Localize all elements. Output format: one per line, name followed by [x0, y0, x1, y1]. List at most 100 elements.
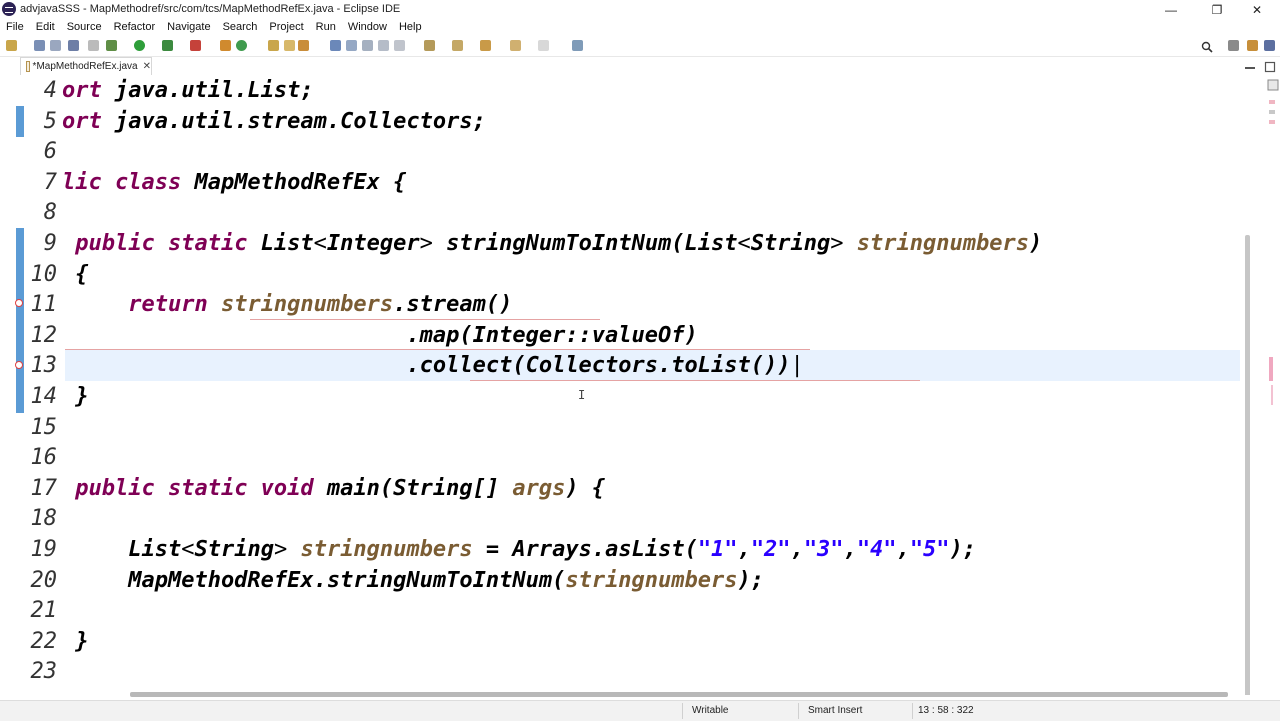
code-token: "1"	[697, 537, 738, 562]
save-all-icon[interactable]	[50, 40, 61, 51]
overview-marker[interactable]	[1269, 100, 1275, 104]
minimize-editor-icon[interactable]	[1244, 60, 1256, 72]
menu-navigate[interactable]: Navigate	[161, 19, 216, 36]
new-class-icon[interactable]	[236, 40, 247, 51]
code-line[interactable]: 9 public static List<Integer> stringNumT…	[0, 228, 1240, 259]
new-icon[interactable]	[6, 40, 17, 51]
skip-breakpoints-icon[interactable]	[88, 40, 99, 51]
open-type-icon[interactable]	[268, 40, 279, 51]
java-ee-perspective-icon[interactable]	[1247, 40, 1258, 51]
error-summary-icon[interactable]	[1267, 78, 1279, 91]
code-line[interactable]: 13 .collect(Collectors.toList())|	[0, 350, 1240, 381]
save-icon[interactable]	[34, 40, 45, 51]
show-source-icon[interactable]	[394, 40, 405, 51]
horizontal-scrollbar[interactable]	[130, 692, 1228, 697]
status-separator	[798, 703, 799, 719]
code-line[interactable]: 10 {	[0, 259, 1240, 290]
code-token: "4"	[856, 537, 897, 562]
code-text: ort java.util.stream.Collectors;	[62, 106, 1237, 137]
code-line[interactable]: 22 }	[0, 626, 1240, 657]
code-line[interactable]: 14 }	[0, 381, 1240, 412]
menu-run[interactable]: Run	[310, 19, 342, 36]
code-token: .collect(Collectors.toList())	[62, 353, 791, 379]
previous-annotation-icon[interactable]	[452, 40, 463, 51]
tab-mapmethodrefex[interactable]: *MapMethodRefEx.java ✕	[20, 57, 152, 75]
open-perspective-icon[interactable]	[1228, 40, 1239, 51]
code-line[interactable]: 23	[0, 656, 1240, 687]
code-line[interactable]: 11 return stringnumbers.stream()	[0, 289, 1240, 320]
code-line[interactable]: 18	[0, 503, 1240, 534]
open-task-icon[interactable]	[284, 40, 295, 51]
menu-project[interactable]: Project	[263, 19, 309, 36]
code-line[interactable]: 15	[0, 412, 1240, 443]
search-icon[interactable]	[1201, 40, 1213, 53]
menu-help[interactable]: Help	[393, 19, 428, 36]
code-line[interactable]: 4 ort java.util.List;	[0, 75, 1240, 106]
insert-mode[interactable]: Smart Insert	[808, 705, 862, 716]
code-text: }	[62, 626, 1237, 657]
close-icon[interactable]: ✕	[143, 61, 151, 72]
terminal-icon[interactable]	[68, 40, 79, 51]
cursor-position[interactable]: 13 : 58 : 322	[918, 705, 974, 716]
run-icon[interactable]	[134, 40, 145, 51]
code-token: lic class	[62, 169, 195, 195]
code-token: stringNumToIntNum(List	[432, 231, 738, 256]
menu-file[interactable]: File	[0, 19, 30, 36]
code-line[interactable]: 6	[0, 136, 1240, 167]
overview-marker[interactable]	[1269, 120, 1275, 124]
code-token: args	[512, 475, 566, 501]
mark-occurrences-icon[interactable]	[330, 40, 341, 51]
overview-marker[interactable]	[1271, 385, 1273, 405]
menu-window[interactable]: Window	[342, 19, 393, 36]
debug-icon[interactable]	[106, 40, 117, 51]
toggle-block-selection-icon[interactable]	[346, 40, 357, 51]
code-editor[interactable]: 4 ort java.util.List; 5 ort java.util.strea…	[0, 75, 1280, 695]
line-number: 15	[30, 414, 58, 440]
code-line[interactable]: 20 MapMethodRefEx.stringNumToIntNum(stri…	[0, 565, 1240, 596]
line-number: 5	[43, 108, 57, 134]
show-whitespace-icon[interactable]	[362, 40, 373, 51]
code-token: }	[62, 628, 89, 654]
code-line[interactable]: 16	[0, 442, 1240, 473]
overview-marker[interactable]	[1269, 357, 1273, 381]
code-token: }	[62, 384, 89, 409]
vertical-scrollbar[interactable]	[1245, 235, 1250, 695]
java-perspective-icon[interactable]	[1264, 40, 1275, 51]
code-token: <	[737, 231, 751, 256]
code-line[interactable]: 8	[0, 197, 1240, 228]
menu-edit[interactable]: Edit	[30, 19, 61, 36]
new-java-project-icon[interactable]	[220, 40, 231, 51]
next-annotation-icon[interactable]	[424, 40, 435, 51]
code-line[interactable]: 17 public static void main(String[] args…	[0, 473, 1240, 504]
pin-editor-icon[interactable]	[572, 40, 583, 51]
code-line[interactable]: 5 ort java.util.stream.Collectors;	[0, 106, 1240, 137]
close-button[interactable]: ✕	[1234, 0, 1280, 19]
forward-icon[interactable]	[538, 40, 549, 51]
eclipse-icon	[2, 2, 16, 16]
overview-ruler[interactable]	[1266, 75, 1280, 695]
code-text: public static List<Integer> stringNumToI…	[62, 228, 1237, 259]
back-icon[interactable]	[510, 40, 521, 51]
minimize-button[interactable]: —	[1148, 0, 1194, 19]
status-separator	[682, 703, 683, 719]
word-wrap-icon[interactable]	[378, 40, 389, 51]
external-tools-icon[interactable]	[190, 40, 201, 51]
search-icon[interactable]	[298, 40, 309, 51]
code-line[interactable]: 7 lic class MapMethodRefEx {	[0, 167, 1240, 198]
code-line[interactable]: 19 List<String> stringnumbers = Arrays.a…	[0, 534, 1240, 565]
last-edit-icon[interactable]	[480, 40, 491, 51]
coverage-icon[interactable]	[162, 40, 173, 51]
menu-search[interactable]: Search	[217, 19, 264, 36]
menu-source[interactable]: Source	[61, 19, 108, 36]
code-line[interactable]: 21	[0, 595, 1240, 626]
overview-marker[interactable]	[1269, 110, 1275, 114]
write-mode: Writable	[692, 705, 729, 716]
line-number: 13	[30, 353, 58, 379]
code-line[interactable]: 12 .map(Integer::valueOf)	[0, 320, 1240, 351]
menu-refactor[interactable]: Refactor	[108, 19, 162, 36]
status-separator	[912, 703, 913, 719]
maximize-editor-icon[interactable]	[1264, 60, 1276, 73]
